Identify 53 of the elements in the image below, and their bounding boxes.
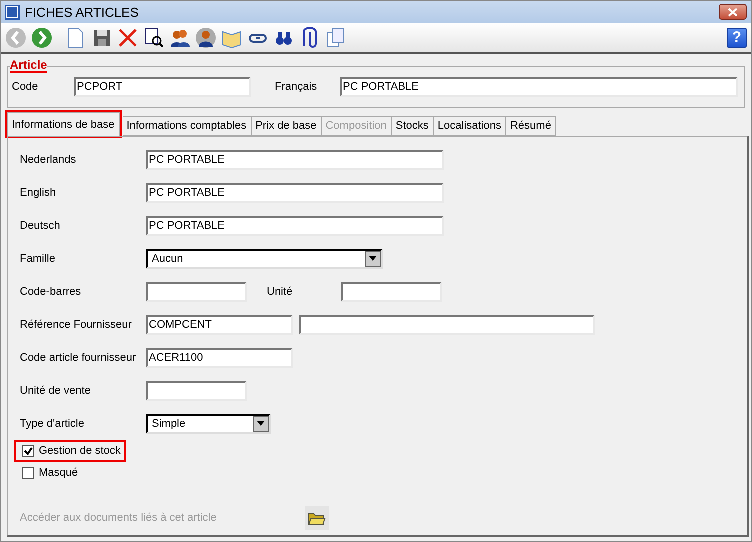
field-label: Code bbox=[12, 81, 40, 93]
text-field[interactable]: PC PORTABLE bbox=[146, 150, 444, 170]
copy-icon bbox=[325, 26, 347, 48]
field-label: Famille bbox=[20, 252, 56, 264]
forward-button[interactable] bbox=[31, 26, 53, 48]
text-field[interactable]: COMPCENT bbox=[146, 314, 293, 334]
dropdown-arrow-icon bbox=[257, 421, 265, 426]
field-label: Unité bbox=[266, 286, 294, 298]
text-field[interactable]: ACER1100 bbox=[146, 348, 293, 368]
checkbox-label: Gestion de stock bbox=[39, 445, 121, 457]
text-field[interactable] bbox=[146, 380, 247, 400]
app-logo-icon bbox=[5, 4, 20, 20]
field-label: Français bbox=[274, 81, 318, 93]
window-title: FICHES ARTICLES bbox=[25, 4, 140, 20]
checkbox-label: Masqué bbox=[39, 467, 78, 479]
user-button[interactable] bbox=[195, 26, 217, 48]
tab[interactable]: Informations de base bbox=[7, 112, 120, 136]
text-field[interactable]: PC PORTABLE bbox=[340, 77, 738, 97]
close-button[interactable] bbox=[719, 4, 747, 20]
dropdown[interactable]: Aucun bbox=[146, 248, 383, 268]
delete-icon bbox=[117, 26, 139, 48]
close-icon bbox=[728, 8, 738, 16]
user-icon bbox=[195, 26, 217, 48]
checkbox[interactable] bbox=[22, 445, 34, 457]
field-label: Unité de vente bbox=[20, 384, 92, 396]
text-field[interactable]: PC PORTABLE bbox=[146, 216, 444, 236]
field-label: English bbox=[20, 186, 58, 198]
delete-button[interactable] bbox=[117, 26, 139, 48]
text-field[interactable] bbox=[341, 282, 442, 302]
tab[interactable]: Stocks bbox=[392, 116, 434, 136]
help-button[interactable]: ? bbox=[727, 28, 747, 48]
text-field[interactable]: PC PORTABLE bbox=[146, 182, 444, 202]
tab[interactable]: Prix de base bbox=[252, 116, 322, 136]
group-title: Article bbox=[10, 60, 48, 73]
field-label: Type d'article bbox=[20, 418, 86, 430]
field-label: Code article fournisseur bbox=[20, 352, 138, 364]
dropdown-arrow-icon bbox=[369, 256, 377, 261]
tab[interactable]: Informations comptables bbox=[122, 116, 252, 136]
field-label: Code-barres bbox=[20, 286, 82, 298]
checkbox[interactable] bbox=[22, 467, 34, 479]
dropdown[interactable]: Simple bbox=[146, 414, 271, 434]
field-label: Nederlands bbox=[20, 154, 78, 166]
field-label: Deutsch bbox=[20, 220, 62, 232]
preview-button[interactable] bbox=[143, 26, 165, 48]
tab[interactable]: Résumé bbox=[506, 116, 556, 136]
preview-icon bbox=[143, 26, 165, 48]
text-field[interactable]: PCPORT bbox=[74, 77, 251, 97]
tab[interactable]: Localisations bbox=[434, 116, 506, 136]
field-label: Référence Fournisseur bbox=[20, 318, 133, 330]
open-folder-button[interactable] bbox=[305, 506, 329, 530]
text-field[interactable] bbox=[146, 282, 247, 302]
folder-icon bbox=[308, 510, 326, 526]
text-field[interactable] bbox=[299, 314, 595, 334]
